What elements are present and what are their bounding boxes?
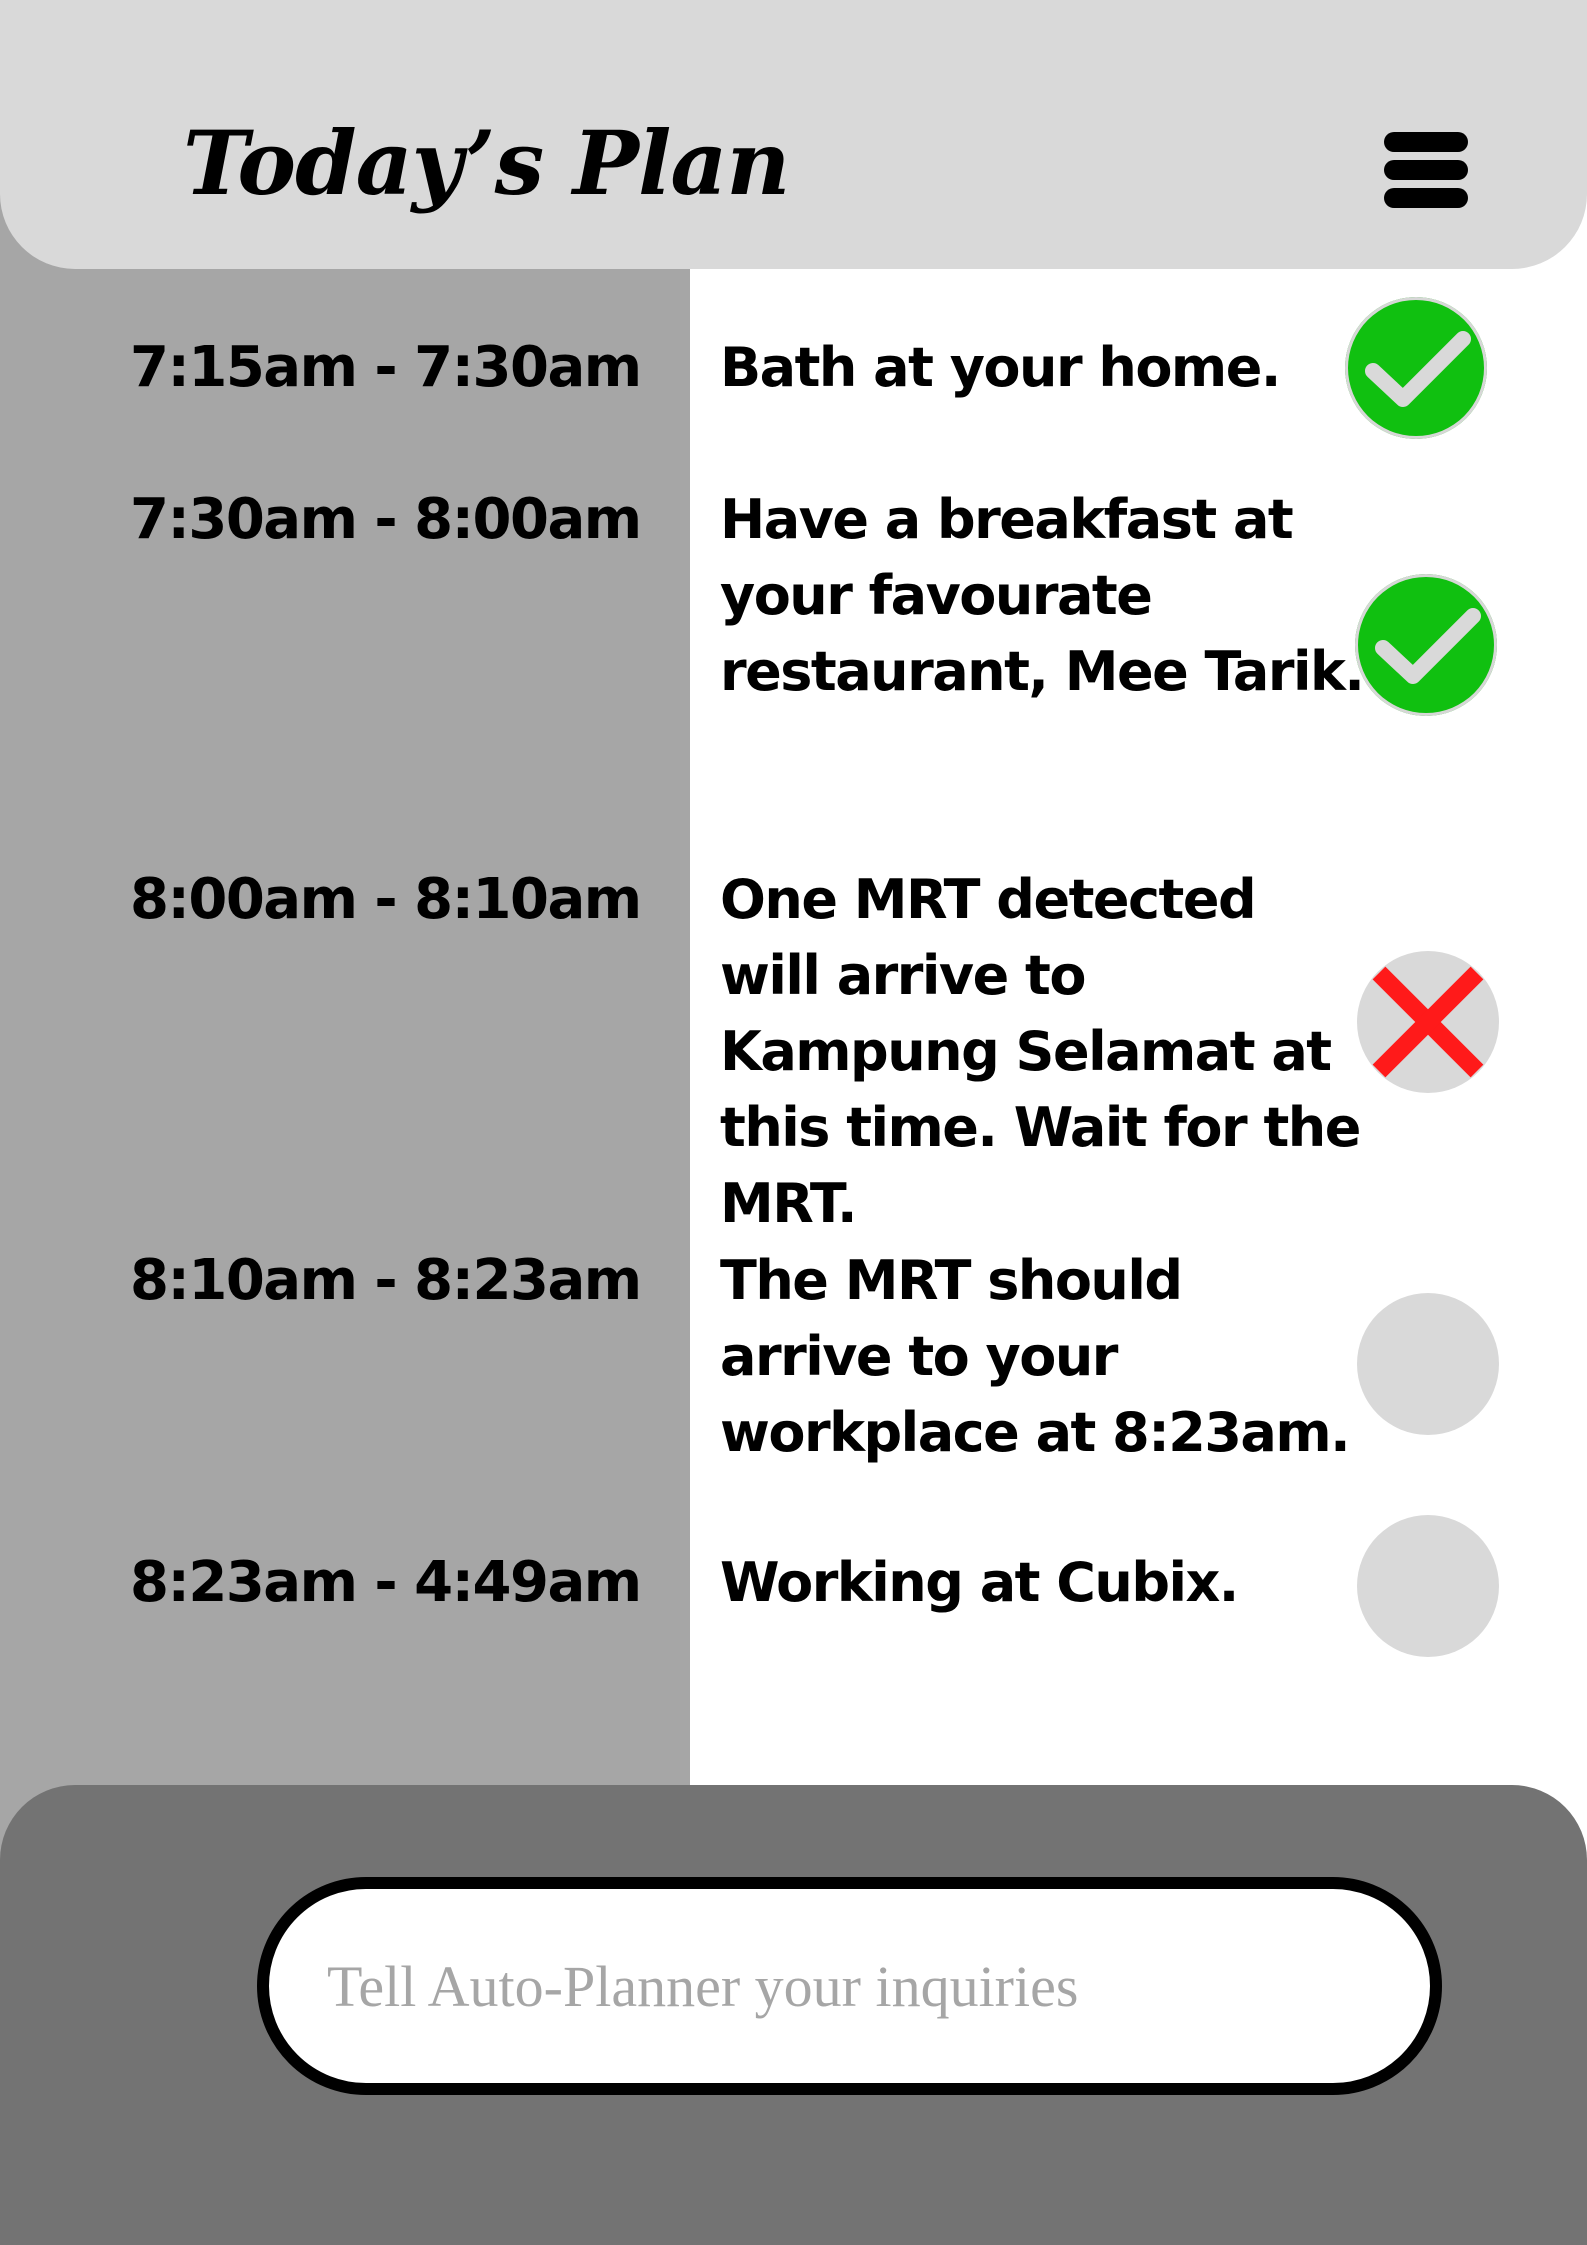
menu-bar [1384,188,1468,208]
page-title: Today’s Plan [183,111,790,215]
header-bar: Today’s Plan [0,0,1587,269]
status-done-toggle[interactable] [1355,574,1497,716]
schedule-time: 8:00am - 8:10am [130,867,642,932]
schedule-task: One MRT detected will arrive to Kampung … [720,868,1361,1235]
schedule-time: 8:10am - 8:23am [130,1248,642,1313]
check-icon [1375,608,1481,684]
cross-icon [1372,966,1484,1078]
schedule-task: The MRT should arrive to your workplace … [720,1249,1351,1464]
schedule-task: Working at Cubix. [720,1551,1239,1614]
status-pending-toggle[interactable] [1357,1515,1499,1657]
schedule-time: 8:23am - 4:49am [130,1550,642,1615]
schedule-time: 7:15am - 7:30am [130,335,642,400]
hamburger-menu-icon[interactable] [1380,128,1472,212]
check-icon [1365,331,1471,407]
status-failed-toggle[interactable] [1357,951,1499,1093]
inquiry-input[interactable] [257,1877,1442,2095]
menu-bar [1384,132,1468,152]
schedule-task: Bath at your home. [720,336,1281,399]
schedule-time: 7:30am - 8:00am [130,487,642,552]
menu-bar [1384,160,1468,180]
status-pending-toggle[interactable] [1357,1293,1499,1435]
status-done-toggle[interactable] [1345,297,1487,439]
schedule-task: Have a breakfast at your favourate resta… [720,488,1365,703]
